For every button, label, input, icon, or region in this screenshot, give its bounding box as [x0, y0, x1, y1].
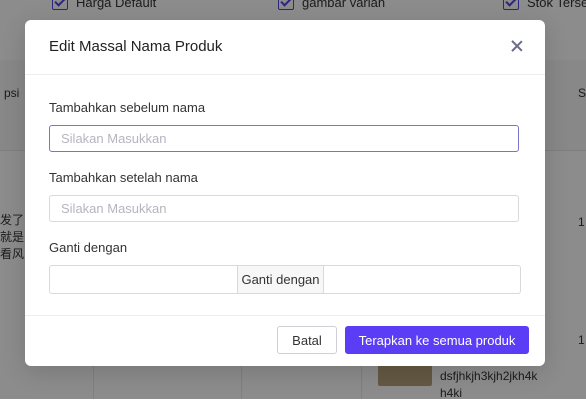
replace-addon: Ganti dengan [237, 265, 324, 294]
edit-name-modal: Edit Massal Nama Produk Tambahkan sebelu… [25, 20, 545, 366]
replace-input-group: Ganti dengan [49, 265, 521, 294]
after-name-label: Tambahkan setelah nama [49, 170, 198, 185]
cancel-button[interactable]: Batal [277, 326, 337, 354]
replace-label: Ganti dengan [49, 240, 128, 255]
before-name-input[interactable] [49, 125, 519, 152]
before-name-label: Tambahkan sebelum nama [49, 100, 206, 115]
close-icon[interactable] [509, 38, 525, 54]
after-name-input[interactable] [49, 195, 519, 222]
replace-with-input[interactable] [324, 265, 521, 294]
replace-find-input[interactable] [49, 265, 237, 294]
modal-title: Edit Massal Nama Produk [49, 38, 223, 55]
apply-all-button[interactable]: Terapkan ke semua produk [345, 326, 529, 354]
modal-header: Edit Massal Nama Produk [25, 20, 545, 75]
modal-footer: Batal Terapkan ke semua produk [25, 315, 545, 366]
